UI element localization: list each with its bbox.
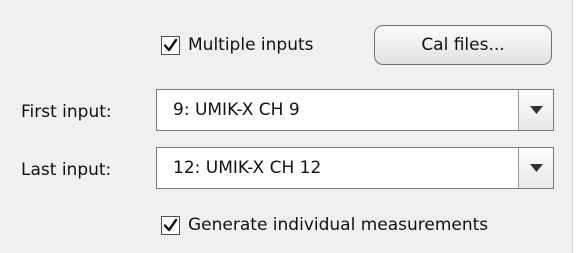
inputs-panel: Multiple inputs Cal files... First input… (0, 0, 573, 253)
last-input-label: Last input: (21, 160, 112, 180)
first-input-label: First input: (21, 102, 112, 122)
last-input-value: 12: UMIK-X CH 12 (173, 158, 322, 178)
multiple-inputs-checkbox[interactable]: Multiple inputs (161, 32, 314, 58)
first-input-dropdown-button[interactable] (518, 90, 553, 130)
generate-individual-checkbox-box[interactable] (161, 215, 180, 235)
generate-individual-label: Generate individual measurements (188, 215, 489, 235)
triangle-down-icon (529, 106, 543, 114)
multiple-inputs-label: Multiple inputs (188, 35, 314, 55)
multiple-inputs-checkbox-box[interactable] (161, 35, 180, 55)
first-input-value: 9: UMIK-X CH 9 (173, 100, 300, 120)
generate-individual-checkbox[interactable]: Generate individual measurements (161, 212, 488, 238)
cal-files-button-label: Cal files... (421, 35, 505, 55)
cal-files-button[interactable]: Cal files... (374, 25, 552, 65)
check-icon (163, 38, 178, 51)
last-input-select[interactable]: 12: UMIK-X CH 12 (156, 147, 554, 189)
last-input-dropdown-button[interactable] (518, 148, 553, 188)
triangle-down-icon (529, 164, 543, 172)
first-input-select[interactable]: 9: UMIK-X CH 9 (156, 89, 554, 131)
check-icon (163, 218, 178, 231)
